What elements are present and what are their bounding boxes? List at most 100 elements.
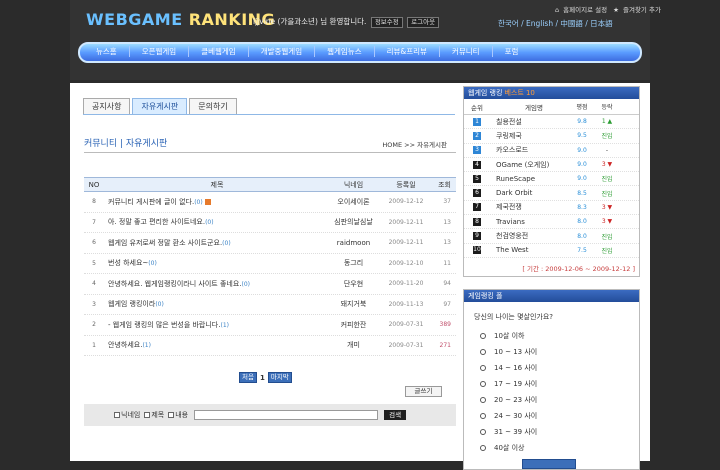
rank-game-name[interactable]: 제국전쟁 [490, 202, 572, 212]
row-title[interactable]: 안녕하세요.(1) [104, 340, 326, 350]
rank-game-name[interactable]: The West [490, 246, 572, 254]
search-opt-nick[interactable]: 닉네임 [114, 410, 140, 420]
rank-game-name[interactable]: 천검영웅전 [490, 231, 572, 241]
poll-option[interactable]: 10 ~ 13 사이 [464, 344, 639, 360]
ranking-item[interactable]: 3 카오스로드 9.0 - [464, 144, 639, 158]
table-row[interactable]: 6 웹게임 유저로써 정말 환소 사이트군요.(0) raidmoon 2009-12… [84, 233, 456, 254]
row-title-link[interactable]: 안녕하세요. [108, 341, 142, 349]
poll-option[interactable]: 24 ~ 30 사이 [464, 408, 639, 424]
poll-option[interactable]: 10살 이하 [464, 328, 639, 344]
poll-radio[interactable] [480, 412, 486, 419]
row-author[interactable]: 심판의날심날 [326, 217, 381, 227]
row-date: 2009-12-11 [388, 239, 424, 247]
add-favorite-link[interactable]: 즐겨찾기 추가 [623, 6, 661, 14]
vote-button[interactable] [522, 458, 576, 469]
ranking-item[interactable]: 9 천검영웅전 8.0 진입 [464, 229, 639, 244]
row-title-link[interactable]: 아. 정말 좋고 편리한 사이트네요. [108, 218, 205, 226]
row-title-link[interactable]: 안녕하세요. 웹게임랭킹이라니 사이트 좋네요. [108, 280, 242, 288]
table-row[interactable]: 7 아. 정말 좋고 편리한 사이트네요.(0) 심판의날심날 2009-12-11 1… [84, 213, 456, 233]
table-row[interactable]: 1 안녕하세요.(1) 개미 2009-07-31 271 [84, 336, 456, 356]
row-title[interactable]: - 웹게임 랭킹의 많은 번성을 바랍니다.(1) [104, 320, 326, 330]
row-title-link[interactable]: - 웹게임 랭킹의 많은 번성을 바랍니다. [108, 321, 220, 329]
checkbox-content[interactable] [168, 412, 175, 418]
poll-radio[interactable] [480, 348, 486, 355]
row-title-link[interactable]: 웹게임 랭킹이라 [108, 300, 155, 308]
nav-item[interactable]: 클베웹게임 [189, 46, 249, 57]
checkbox-title[interactable] [144, 412, 151, 418]
row-title[interactable]: 번성 하세요~(0) [104, 258, 326, 268]
poll-radio[interactable] [480, 380, 486, 387]
table-row[interactable]: 2- 웹게임 랭킹의 많은 번성을 바랍니다.(1) 커피한잔 2009-07-31… [84, 315, 456, 336]
row-author[interactable]: 개미 [326, 340, 381, 350]
current-page[interactable]: 1 [260, 374, 265, 382]
rank-game-name[interactable]: 쿠링제국 [490, 131, 572, 141]
rank-game-name[interactable]: RuneScape [490, 175, 572, 183]
table-row[interactable]: 4 안녕하세요. 웹게임랭킹이라니 사이트 좋네요.(0) 단우현 2009-11-2… [84, 274, 456, 295]
ranking-item[interactable]: 1 칠용전설 9.8 1 ▲ [464, 115, 639, 130]
set-homepage-link[interactable]: 홈페이지로 설정 [563, 6, 607, 14]
row-author[interactable]: 돼지거북 [326, 299, 381, 309]
row-author[interactable]: 동그리 [326, 258, 381, 268]
row-title-link[interactable]: 커뮤니티 게시판에 글이 없다. [108, 198, 194, 206]
ranking-item[interactable]: 6 Dark Orbit 8.5 진입 [464, 186, 639, 201]
row-author[interactable]: 커피한잔 [326, 320, 381, 330]
info-edit-button[interactable]: 정보수정 [370, 17, 403, 28]
row-author[interactable]: raidmoon [326, 239, 381, 247]
poll-option[interactable]: 20 ~ 23 사이 [464, 392, 639, 408]
nav-item[interactable]: 리뷰&프리뷰 [375, 46, 440, 57]
poll-radio[interactable] [480, 364, 486, 371]
ranking-item[interactable]: 5 RuneScape 9.0 진입 [464, 172, 639, 187]
nav-item[interactable]: 뉴스홈 [84, 46, 130, 57]
table-row[interactable]: 5 번성 하세요~(0) 동그리 2009-12-10 11 [84, 254, 456, 274]
checkbox-nick[interactable] [114, 412, 120, 418]
site-logo[interactable]: WEBGAME RANKING [86, 10, 275, 29]
search-input[interactable] [194, 410, 379, 420]
row-title[interactable]: 웹게임 유저로써 정말 환소 사이트군요.(0) [104, 238, 326, 248]
rank-score: 8.0 [577, 218, 587, 226]
last-page-button[interactable]: 마지막 [267, 372, 292, 383]
language-selector[interactable]: 한국어 / English / 中國語 / 日本語 [498, 18, 613, 29]
poll-radio[interactable] [480, 428, 486, 435]
first-page-button[interactable]: 처음 [239, 372, 257, 383]
nav-item[interactable]: 포럼 [493, 46, 531, 57]
ranking-item[interactable]: 2 쿠링제국 9.5 진입 [464, 129, 639, 144]
rank-game-name[interactable]: 카오스로드 [490, 145, 572, 155]
logout-button[interactable]: 로그아웃 [407, 17, 440, 28]
tab-0[interactable]: 공지사항 [83, 98, 131, 115]
write-button[interactable]: 글쓰기 [405, 386, 442, 397]
row-title-link[interactable]: 번성 하세요~ [108, 259, 148, 267]
row-author[interactable]: 단우현 [326, 279, 381, 289]
row-title[interactable]: 커뮤니티 게시판에 글이 없다.(0) [104, 197, 326, 207]
ranking-item[interactable]: 8 Travians 8.0 3 ▼ [464, 215, 639, 230]
nav-item[interactable]: 웹게임뉴스 [315, 46, 375, 57]
row-title[interactable]: 안녕하세요. 웹게임랭킹이라니 사이트 좋네요.(0) [104, 279, 326, 289]
rank-game-name[interactable]: Travians [490, 218, 572, 226]
search-opt-content[interactable]: 내용 [168, 410, 188, 420]
row-title[interactable]: 아. 정말 좋고 편리한 사이트네요.(0) [104, 217, 326, 227]
nav-item[interactable]: 오픈웹게임 [130, 46, 190, 57]
poll-radio[interactable] [480, 332, 486, 339]
poll-radio[interactable] [480, 396, 486, 403]
table-row[interactable]: 3 웹게임 랭킹이라(0) 돼지거북 2009-11-13 97 [84, 295, 456, 315]
tab-1[interactable]: 자유게시판 [132, 98, 188, 115]
search-button[interactable]: 검색 [384, 410, 407, 420]
rank-game-name[interactable]: OGame (오게임) [490, 160, 572, 170]
table-row[interactable]: 8 커뮤니티 게시판에 글이 없다.(0) 오이세이론 2009-12-12 37 [84, 192, 456, 213]
nav-item[interactable]: 개발중웹게임 [249, 46, 316, 57]
ranking-item[interactable]: 10 The West 7.5 진입 [464, 244, 639, 258]
nav-item[interactable]: 커뮤니티 [440, 46, 493, 57]
search-opt-title[interactable]: 제목 [144, 410, 164, 420]
rank-game-name[interactable]: 칠용전설 [490, 117, 572, 127]
poll-radio[interactable] [480, 444, 486, 451]
poll-option[interactable]: 40살 이상 [464, 440, 639, 456]
poll-option[interactable]: 17 ~ 19 사이 [464, 376, 639, 392]
rank-game-name[interactable]: Dark Orbit [490, 189, 572, 197]
ranking-item[interactable]: 7 제국전쟁 8.3 3 ▼ [464, 201, 639, 216]
row-author[interactable]: 오이세이론 [326, 197, 381, 207]
poll-option[interactable]: 31 ~ 39 사이 [464, 424, 639, 440]
poll-option[interactable]: 14 ~ 16 사이 [464, 360, 639, 376]
row-title-link[interactable]: 웹게임 유저로써 정말 환소 사이트군요. [108, 239, 222, 247]
tab-2[interactable]: 문의하기 [189, 98, 237, 115]
row-title[interactable]: 웹게임 랭킹이라(0) [104, 299, 326, 309]
ranking-item[interactable]: 4 OGame (오게임) 9.0 3 ▼ [464, 158, 639, 173]
